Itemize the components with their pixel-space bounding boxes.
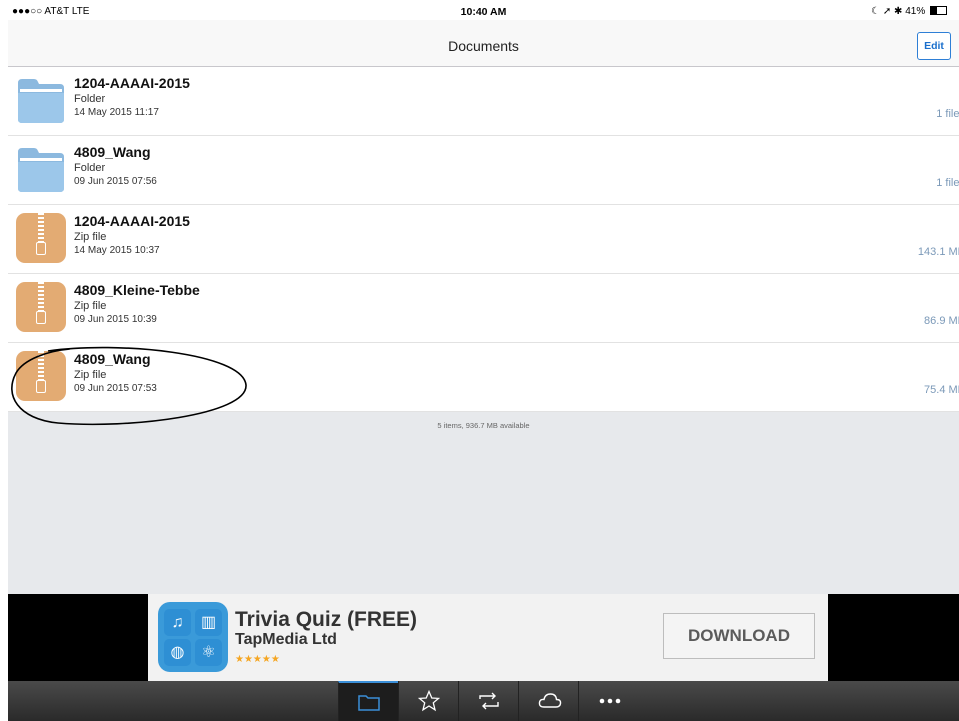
ad-title: Trivia Quiz (FREE) [235,608,418,631]
file-date: 09 Jun 2015 10:39 [74,314,157,325]
tab-documents[interactable] [338,681,398,721]
file-row[interactable]: 4809_Wang Folder 09 Jun 2015 07:56 1 fil… [8,136,959,205]
file-row[interactable]: 1204-AAAAI-2015 Zip file 14 May 2015 10:… [8,205,959,274]
globe-icon: ◍ [164,639,191,666]
star-icon [418,690,440,712]
file-name: 1204-AAAAI-2015 [74,75,190,91]
download-button[interactable]: DOWNLOAD [663,613,815,659]
page-title: Documents [448,38,519,54]
clock: 10:40 AM [460,6,507,18]
file-name: 4809_Wang [74,144,151,160]
status-bar: ●●●○○ AT&T LTE 10:40 AM ☾ ➚ ✱ 41% [8,0,959,20]
storage-summary: 5 items, 936.7 MB available [8,412,959,594]
tab-bar [8,681,959,721]
navigation-bar: Documents Edit [8,20,959,67]
file-type: Zip file [74,300,107,312]
atom-icon: ⚛ [195,639,222,666]
summary-text: 5 items, 936.7 MB available [437,421,530,430]
cloud-icon [538,693,562,708]
folder-icon [18,148,64,192]
file-type: Folder [74,93,106,105]
ad-publisher: TapMedia Ltd [235,631,337,648]
folder-icon [18,79,64,123]
file-size: 75.4 MB [924,384,959,396]
zip-file-icon [16,282,66,332]
file-size: 143.1 MB [917,246,959,258]
file-type: Zip file [74,231,107,243]
ad-rating-stars: ★★★★★ [235,654,280,665]
file-type: Zip file [74,369,107,381]
file-type: Folder [74,162,106,174]
edit-button[interactable]: Edit [917,32,951,60]
indicators-label: ☾ ➚ ✱ 41% [871,6,926,17]
battery-icon [930,6,947,15]
file-name: 4809_Kleine-Tebbe [74,282,200,298]
tab-more[interactable] [578,681,638,721]
music-note-icon: ♫ [164,609,191,636]
transfer-icon [479,692,499,710]
file-size: 86.9 MB [924,315,959,327]
tab-transfer[interactable] [458,681,518,721]
file-date: 09 Jun 2015 07:53 [74,383,157,394]
zip-file-icon [16,213,66,263]
folder-icon [358,695,380,711]
file-row[interactable]: 4809_Wang Zip file 09 Jun 2015 07:53 75.… [8,343,959,412]
file-date: 09 Jun 2015 07:56 [74,176,157,187]
file-size: 1 files [936,177,959,189]
tab-cloud[interactable] [518,681,578,721]
file-list: 1204-AAAAI-2015 Folder 14 May 2015 11:17… [8,67,959,412]
tab-favorites[interactable] [398,681,458,721]
file-row[interactable]: 1204-AAAAI-2015 Folder 14 May 2015 11:17… [8,67,959,136]
file-name: 1204-AAAAI-2015 [74,213,190,229]
more-icon [599,698,621,704]
app-window: ●●●○○ AT&T LTE 10:40 AM ☾ ➚ ✱ 41% Docume… [8,0,959,721]
ad-content[interactable]: ♫ ▥ ◍ ⚛ Trivia Quiz (FREE) TapMedia Ltd … [148,594,828,681]
file-date: 14 May 2015 11:17 [74,107,159,118]
file-size: 1 files [936,108,959,120]
book-icon: ▥ [195,609,222,636]
ad-app-icon: ♫ ▥ ◍ ⚛ [158,602,228,672]
file-name: 4809_Wang [74,351,151,367]
file-date: 14 May 2015 10:37 [74,245,160,256]
file-row[interactable]: 4809_Kleine-Tebbe Zip file 09 Jun 2015 1… [8,274,959,343]
ad-banner: ♫ ▥ ◍ ⚛ Trivia Quiz (FREE) TapMedia Ltd … [8,594,959,681]
status-indicators: ☾ ➚ ✱ 41% [871,6,947,17]
zip-file-icon [16,351,66,401]
